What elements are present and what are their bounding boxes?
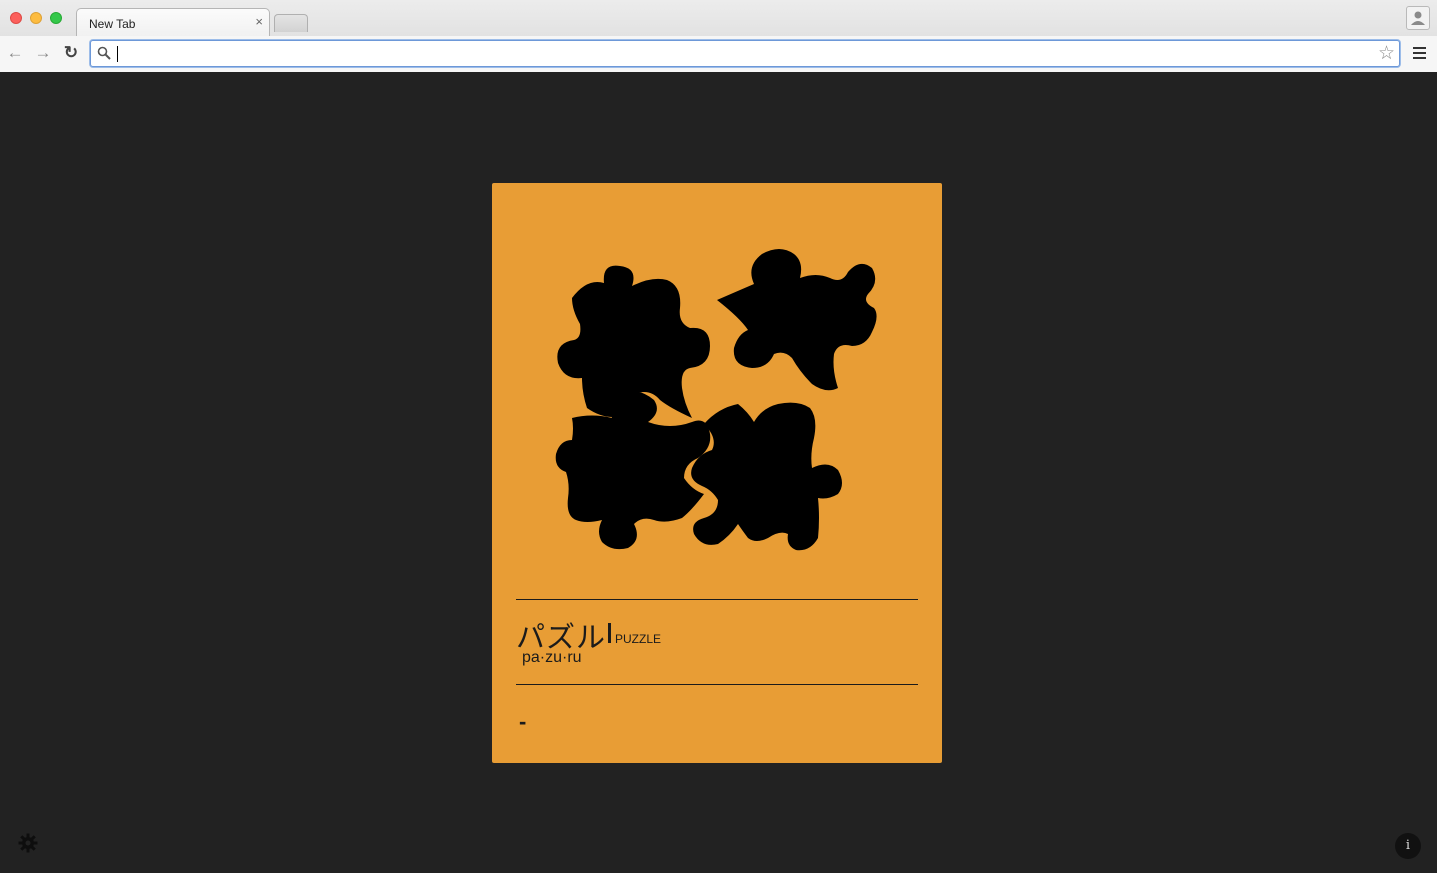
new-tab-button[interactable] [274,14,308,32]
gear-icon [18,833,38,853]
menu-bar [1413,52,1426,54]
menu-bar [1413,47,1426,49]
menu-bar [1413,57,1426,59]
example-text: - [519,709,527,734]
search-icon [97,46,111,60]
vocab-card: パズル PUZZLE pa·zu·ru - [492,183,942,763]
toolbar: ← → ↻ ☆ [0,36,1437,72]
tab-new-tab[interactable]: New Tab × [76,8,270,36]
browser-chrome: New Tab × ← → ↻ ☆ [0,0,1437,72]
window-minimize-button[interactable] [30,12,42,24]
tab-strip: New Tab × [0,0,1437,36]
back-button[interactable]: ← [4,42,26,64]
puzzle-pieces-icon [555,249,877,551]
menu-button[interactable] [1413,47,1426,62]
address-input[interactable] [115,43,1365,64]
info-button[interactable]: i [1395,833,1421,859]
address-bar[interactable]: ☆ [90,40,1400,67]
reload-button[interactable]: ↻ [60,42,82,64]
divider-top [516,599,918,600]
tab-close-icon[interactable]: × [255,15,263,28]
window-maximize-button[interactable] [50,12,62,24]
profile-button[interactable] [1406,6,1430,30]
bookmark-star-icon[interactable]: ☆ [1378,43,1395,64]
english-meaning: PUZZLE [615,632,662,646]
tab-title: New Tab [89,17,136,31]
word-separator [608,623,611,643]
forward-button[interactable]: → [32,42,54,64]
person-icon [1411,11,1425,25]
window-close-button[interactable] [10,12,22,24]
text-caret [117,46,118,62]
settings-button[interactable] [18,833,38,858]
romaji-reading: pa·zu·ru [522,649,582,666]
divider-bottom [516,684,918,685]
